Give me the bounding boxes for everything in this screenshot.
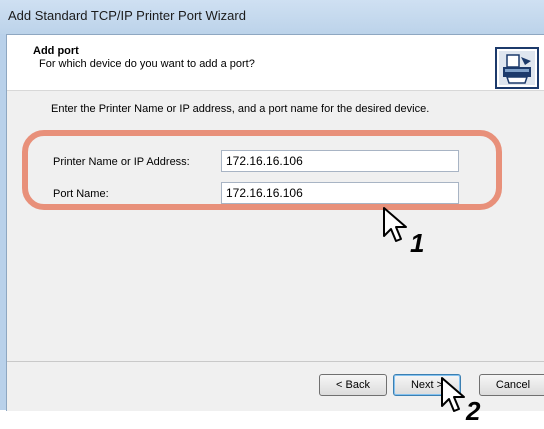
back-button[interactable]: < Back xyxy=(319,374,387,396)
window-title: Add Standard TCP/IP Printer Port Wizard xyxy=(8,8,246,23)
page-subtitle: For which device do you want to add a po… xyxy=(39,58,255,70)
step-2-label: 2 xyxy=(466,396,481,426)
printer-port-icon xyxy=(495,47,539,89)
step-1-label: 1 xyxy=(410,228,425,258)
title-bar[interactable]: Add Standard TCP/IP Printer Port Wizard xyxy=(0,0,544,34)
pointer-cursor-icon xyxy=(383,207,407,242)
fields-highlight-outline xyxy=(22,130,502,210)
cancel-button[interactable]: Cancel xyxy=(479,374,544,396)
wizard-header: Add port For which device do you want to… xyxy=(7,35,544,91)
footer-divider xyxy=(7,361,544,362)
pointer-cursor-icon xyxy=(441,377,465,412)
wizard-content: Add port For which device do you want to… xyxy=(6,34,544,411)
instruction-text: Enter the Printer Name or IP address, an… xyxy=(51,103,430,115)
page-title: Add port xyxy=(33,45,79,57)
